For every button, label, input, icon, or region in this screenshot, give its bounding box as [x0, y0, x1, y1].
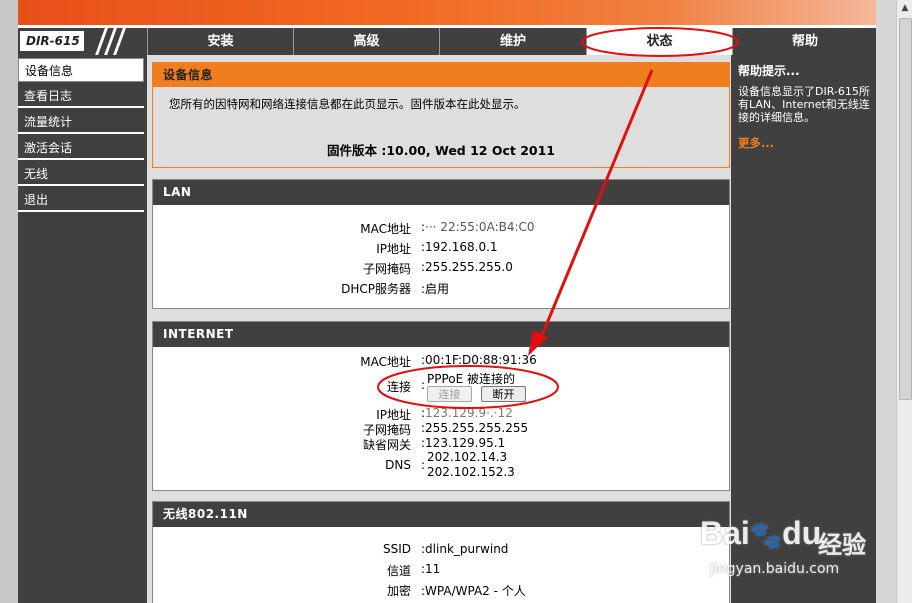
tab-setup[interactable]: 安装	[147, 28, 293, 55]
wireless-channel-value: :11	[421, 562, 441, 576]
internet-conn-value: PPPoE 被连接的	[427, 372, 516, 386]
tab-advanced[interactable]: 高级	[293, 28, 439, 55]
wireless-encryption-value: :WPA/WPA2 - 个人	[421, 584, 526, 598]
internet-title: INTERNET	[153, 322, 729, 347]
sidebar: 设备信息 查看日志 流量统计 激活会话 无线 退出	[18, 55, 147, 603]
device-info-title: 设备信息	[153, 63, 729, 87]
sidebar-item-active-sessions[interactable]: 激活会话	[18, 136, 144, 160]
help-more-link[interactable]: 更多...	[738, 135, 774, 151]
wireless-ssid-value: :dlink_purwind	[421, 542, 509, 556]
firmware-label: 固件版本 :	[326, 143, 387, 158]
wireless-panel: 无线802.11N SSID :dlink_purwind 信道 :11 加密 …	[152, 501, 730, 603]
scroll-up-arrow-icon[interactable]: ▲	[897, 0, 912, 16]
connect-button[interactable]: 连接	[427, 386, 472, 402]
internet-mac-value: :00:1F:D0:88:91:36	[421, 353, 537, 367]
vertical-scrollbar[interactable]: ▲	[896, 0, 912, 603]
sidebar-item-logout[interactable]: 退出	[18, 188, 144, 212]
lan-mac-label: MAC地址	[360, 222, 411, 236]
wireless-title: 无线802.11N	[153, 502, 729, 527]
internet-mac-row: MAC地址 :00:1F:D0:88:91:36	[153, 353, 729, 370]
wireless-channel-row: 信道 :11	[153, 562, 729, 579]
lan-mac-value: :··· 22:55:0A:B4:C0	[421, 220, 535, 234]
scroll-thumb[interactable]	[899, 18, 912, 400]
lan-ip-row: IP地址 :192.168.0.1	[153, 240, 729, 257]
lan-title: LAN	[153, 180, 729, 205]
internet-dns-secondary-row: 202.102.152.3	[153, 465, 729, 482]
wireless-ssid-label: SSID	[382, 542, 411, 556]
top-banner	[18, 0, 876, 25]
internet-mac-label: MAC地址	[360, 355, 411, 369]
lan-mask-value: :255.255.255.0	[421, 260, 513, 274]
wireless-encryption-label: 加密	[386, 584, 411, 598]
internet-dns-primary: 202.102.14.3	[427, 450, 508, 464]
main-content: 设备信息 您所有的因特网和网络连接信息都在此页显示。固件版本在此处显示。 固件版…	[147, 55, 731, 603]
tab-status[interactable]: 状态	[586, 28, 732, 55]
lan-mask-label: 子网掩码	[362, 262, 411, 276]
device-info-description: 您所有的因特网和网络连接信息都在此页显示。固件版本在此处显示。	[169, 97, 526, 111]
watermark-url: jingyan.baidu.com	[710, 561, 840, 577]
internet-conn-value-row: PPPoE 被连接的	[153, 370, 729, 387]
wireless-ssid-row: SSID :dlink_purwind	[153, 542, 729, 559]
left-margin	[0, 0, 18, 603]
model-label: DIR-615	[20, 31, 84, 51]
lan-dhcp-label: DHCP服务器	[341, 282, 411, 296]
tab-help[interactable]: 帮助	[732, 28, 877, 55]
watermark-text: 经验	[818, 531, 866, 559]
internet-ip-value: :123.129.9·.·12	[421, 406, 513, 420]
disconnect-button[interactable]: 断开	[481, 386, 526, 402]
sidebar-item-wireless[interactable]: 无线	[18, 162, 144, 186]
lan-dhcp-row: DHCP服务器 :启用	[153, 280, 729, 297]
lan-ip-value: :192.168.0.1	[421, 240, 498, 254]
firmware-row: 固件版本 :10.00, Wed 12 Oct 2011	[153, 140, 729, 159]
top-nav: DIR-615 安装 高级 维护 状态 帮助	[18, 28, 876, 55]
sidebar-item-traffic-stats[interactable]: 流量统计	[18, 110, 144, 134]
internet-dns-secondary: 202.102.152.3	[427, 465, 515, 479]
wireless-encryption-row: 加密 :WPA/WPA2 - 个人	[153, 582, 729, 599]
lan-dhcp-value: :启用	[421, 282, 450, 296]
device-info-panel: 设备信息 您所有的因特网和网络连接信息都在此页显示。固件版本在此处显示。 固件版…	[152, 62, 730, 168]
firmware-value: 10.00, Wed 12 Oct 2011	[386, 143, 556, 158]
lan-mask-row: 子网掩码 :255.255.255.0	[153, 260, 729, 277]
tab-maintenance[interactable]: 维护	[439, 28, 586, 55]
wireless-channel-label: 信道	[386, 564, 411, 578]
watermark-brand: Bai🐾du	[700, 515, 822, 551]
help-text: 设备信息显示了DIR-615所有LAN、Internet和无线连接的详细信息。	[738, 85, 870, 124]
internet-panel: INTERNET MAC地址 :00:1F:D0:88:91:36 连接 : P…	[152, 321, 730, 491]
model-logo: DIR-615	[18, 28, 147, 55]
browser-viewport: ▲ DIR-615 安装 高级 维护 状态 帮助 设备信息 查看日志 流量统计 …	[0, 0, 912, 603]
internet-gateway-value: :123.129.95.1	[421, 436, 506, 450]
lan-panel: LAN MAC地址 :··· 22:55:0A:B4:C0 IP地址 :192.…	[152, 179, 730, 309]
baidu-watermark: Bai🐾du 经验 jingyan.baidu.com	[700, 495, 880, 595]
sidebar-item-device-info[interactable]: 设备信息	[18, 58, 144, 82]
lan-mac-row: MAC地址 :··· 22:55:0A:B4:C0	[153, 220, 729, 237]
help-title: 帮助提示...	[738, 64, 800, 78]
internet-mask-value: :255.255.255.255	[421, 421, 529, 435]
lan-ip-label: IP地址	[376, 242, 411, 256]
sidebar-item-view-log[interactable]: 查看日志	[18, 84, 144, 108]
